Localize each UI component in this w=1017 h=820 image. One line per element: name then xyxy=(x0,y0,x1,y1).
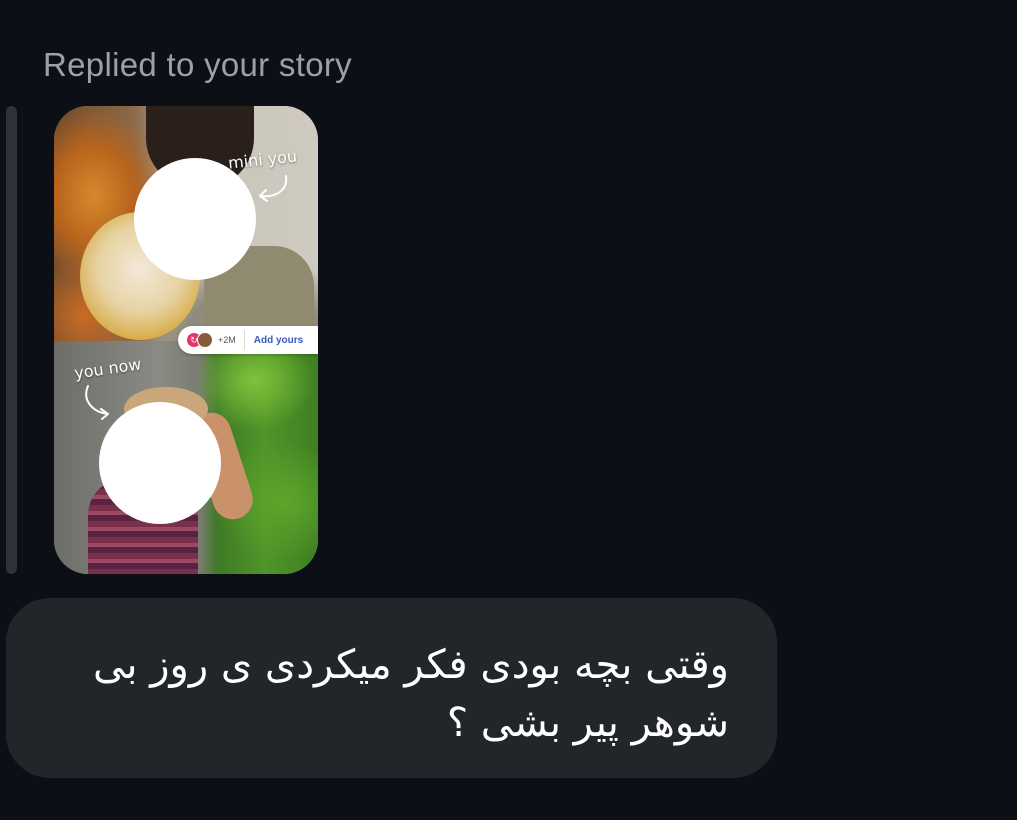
reply-quote-bar xyxy=(6,106,17,574)
curved-arrow-icon xyxy=(85,385,109,420)
story-reply-label: Replied to your story xyxy=(43,46,352,83)
face-cover-top xyxy=(134,158,256,280)
sticker-divider xyxy=(243,330,245,350)
add-yours-count: +2M xyxy=(218,335,236,345)
story-preview[interactable]: mini you you now ↻ +2M Add yours xyxy=(54,106,318,574)
curved-arrow-icon xyxy=(259,175,288,202)
message-bubble[interactable]: وقتی بچه بودی فکر میکردی ی روز بی شوهر پ… xyxy=(6,598,777,778)
message-text: وقتی بچه بودی فکر میکردی ی روز بی شوهر پ… xyxy=(93,642,729,746)
participant-avatar xyxy=(197,332,213,348)
add-yours-label: Add yours xyxy=(253,334,304,346)
chat-screen: Replied to your story mini you you now ↻… xyxy=(0,0,1017,820)
add-yours-sticker[interactable]: ↻ +2M Add yours xyxy=(178,326,318,354)
